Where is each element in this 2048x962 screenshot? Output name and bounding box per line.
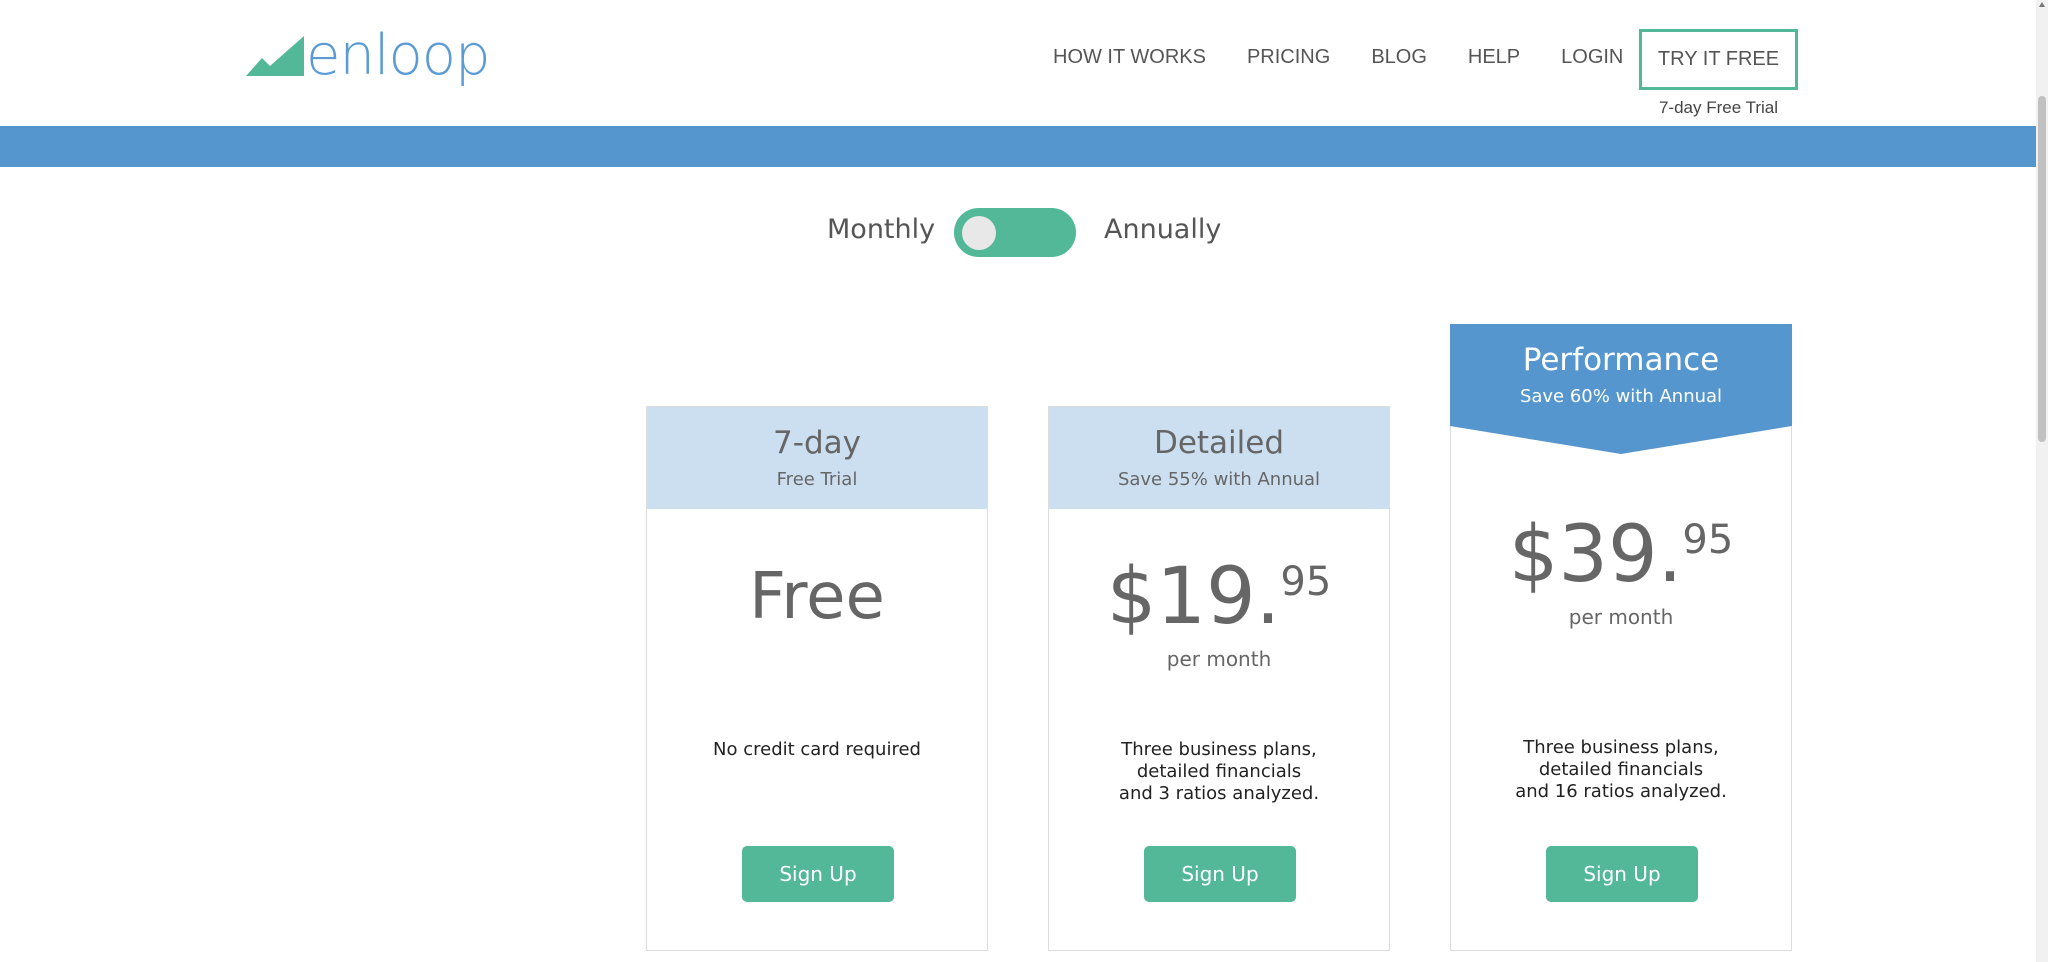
feature-line: and 3 ratios analyzed. xyxy=(1118,783,1320,804)
plan-price-dollars: $19. xyxy=(1106,552,1281,642)
nav-blog[interactable]: BLOG xyxy=(1371,46,1427,69)
feature-line: Three business plans, xyxy=(1121,739,1317,760)
sign-up-button[interactable]: Sign Up xyxy=(1144,846,1296,902)
logo[interactable]: enloop xyxy=(246,23,491,88)
plan-card-detailed: Detailed Save 55% with Annual $19.95 per… xyxy=(1048,406,1390,951)
page-scrollbar[interactable] xyxy=(2036,0,2048,962)
feature-line: Three business plans, xyxy=(1523,737,1719,758)
site-header: enloop HOW IT WORKS PRICING BLOG HELP LO… xyxy=(0,0,2036,126)
feature-line: detailed financials xyxy=(1538,759,1704,780)
plan-features: Three business plans, detailed financial… xyxy=(1451,737,1791,803)
plan-subtitle: Save 60% with Annual xyxy=(1519,386,1723,407)
plan-features: Three business plans, detailed financial… xyxy=(1049,739,1389,805)
plan-subtitle: Save 55% with Annual xyxy=(1117,469,1321,490)
plan-name: 7-day xyxy=(773,425,861,461)
plan-name: Performance xyxy=(1522,342,1720,378)
nav-help[interactable]: HELP xyxy=(1468,46,1520,69)
sign-up-button[interactable]: Sign Up xyxy=(742,846,894,902)
plan-period: per month xyxy=(1568,605,1674,629)
logo-mountain-icon xyxy=(246,36,304,76)
nav-login[interactable]: LOGIN xyxy=(1561,46,1623,69)
trial-note: 7-day Free Trial xyxy=(1658,98,1779,117)
billing-monthly-label[interactable]: Monthly xyxy=(827,214,935,245)
plan-header-featured: Performance Save 60% with Annual xyxy=(1450,324,1792,456)
plan-header: 7-day Free Trial xyxy=(647,407,987,509)
plan-price-cents: 95 xyxy=(1280,559,1332,605)
plan-price-value: Free xyxy=(749,560,885,634)
scroll-thumb[interactable] xyxy=(2038,96,2046,442)
logo-wordmark: enloop xyxy=(306,23,491,88)
nav-pricing[interactable]: PRICING xyxy=(1247,46,1330,69)
billing-period-switch: Monthly Annually xyxy=(0,208,2036,258)
feature-line: No credit card required xyxy=(713,739,921,760)
plan-header: Detailed Save 55% with Annual xyxy=(1049,407,1389,509)
toggle-knob xyxy=(962,216,996,250)
plan-features: No credit card required xyxy=(647,739,987,761)
sign-up-button[interactable]: Sign Up xyxy=(1546,846,1698,902)
scroll-up-icon[interactable] xyxy=(2039,2,2045,7)
plan-price-cents: 95 xyxy=(1682,517,1734,563)
plan-price: Free xyxy=(647,557,987,637)
plan-price-dollars: $39. xyxy=(1508,510,1683,600)
plan-subtitle: Free Trial xyxy=(776,469,858,490)
billing-annually-label[interactable]: Annually xyxy=(1104,214,1221,245)
billing-toggle[interactable] xyxy=(954,208,1076,257)
header-band xyxy=(0,126,2036,167)
plan-price: $19.95 xyxy=(1049,557,1389,637)
plan-name: Detailed xyxy=(1153,425,1285,461)
feature-line: detailed financials xyxy=(1136,761,1302,782)
plan-period: per month xyxy=(1166,647,1272,671)
try-it-free-button[interactable]: TRY IT FREE xyxy=(1639,29,1798,90)
feature-line: and 16 ratios analyzed. xyxy=(1515,781,1727,802)
nav-how-it-works[interactable]: HOW IT WORKS xyxy=(1053,46,1206,69)
plan-price: $39.95 xyxy=(1451,515,1791,595)
main-nav: HOW IT WORKS PRICING BLOG HELP LOGIN xyxy=(1053,46,1664,69)
plan-card-free-trial: 7-day Free Trial Free No credit card req… xyxy=(646,406,988,951)
plan-card-performance: Performance Save 60% with Annual $39.95 … xyxy=(1450,324,1792,951)
